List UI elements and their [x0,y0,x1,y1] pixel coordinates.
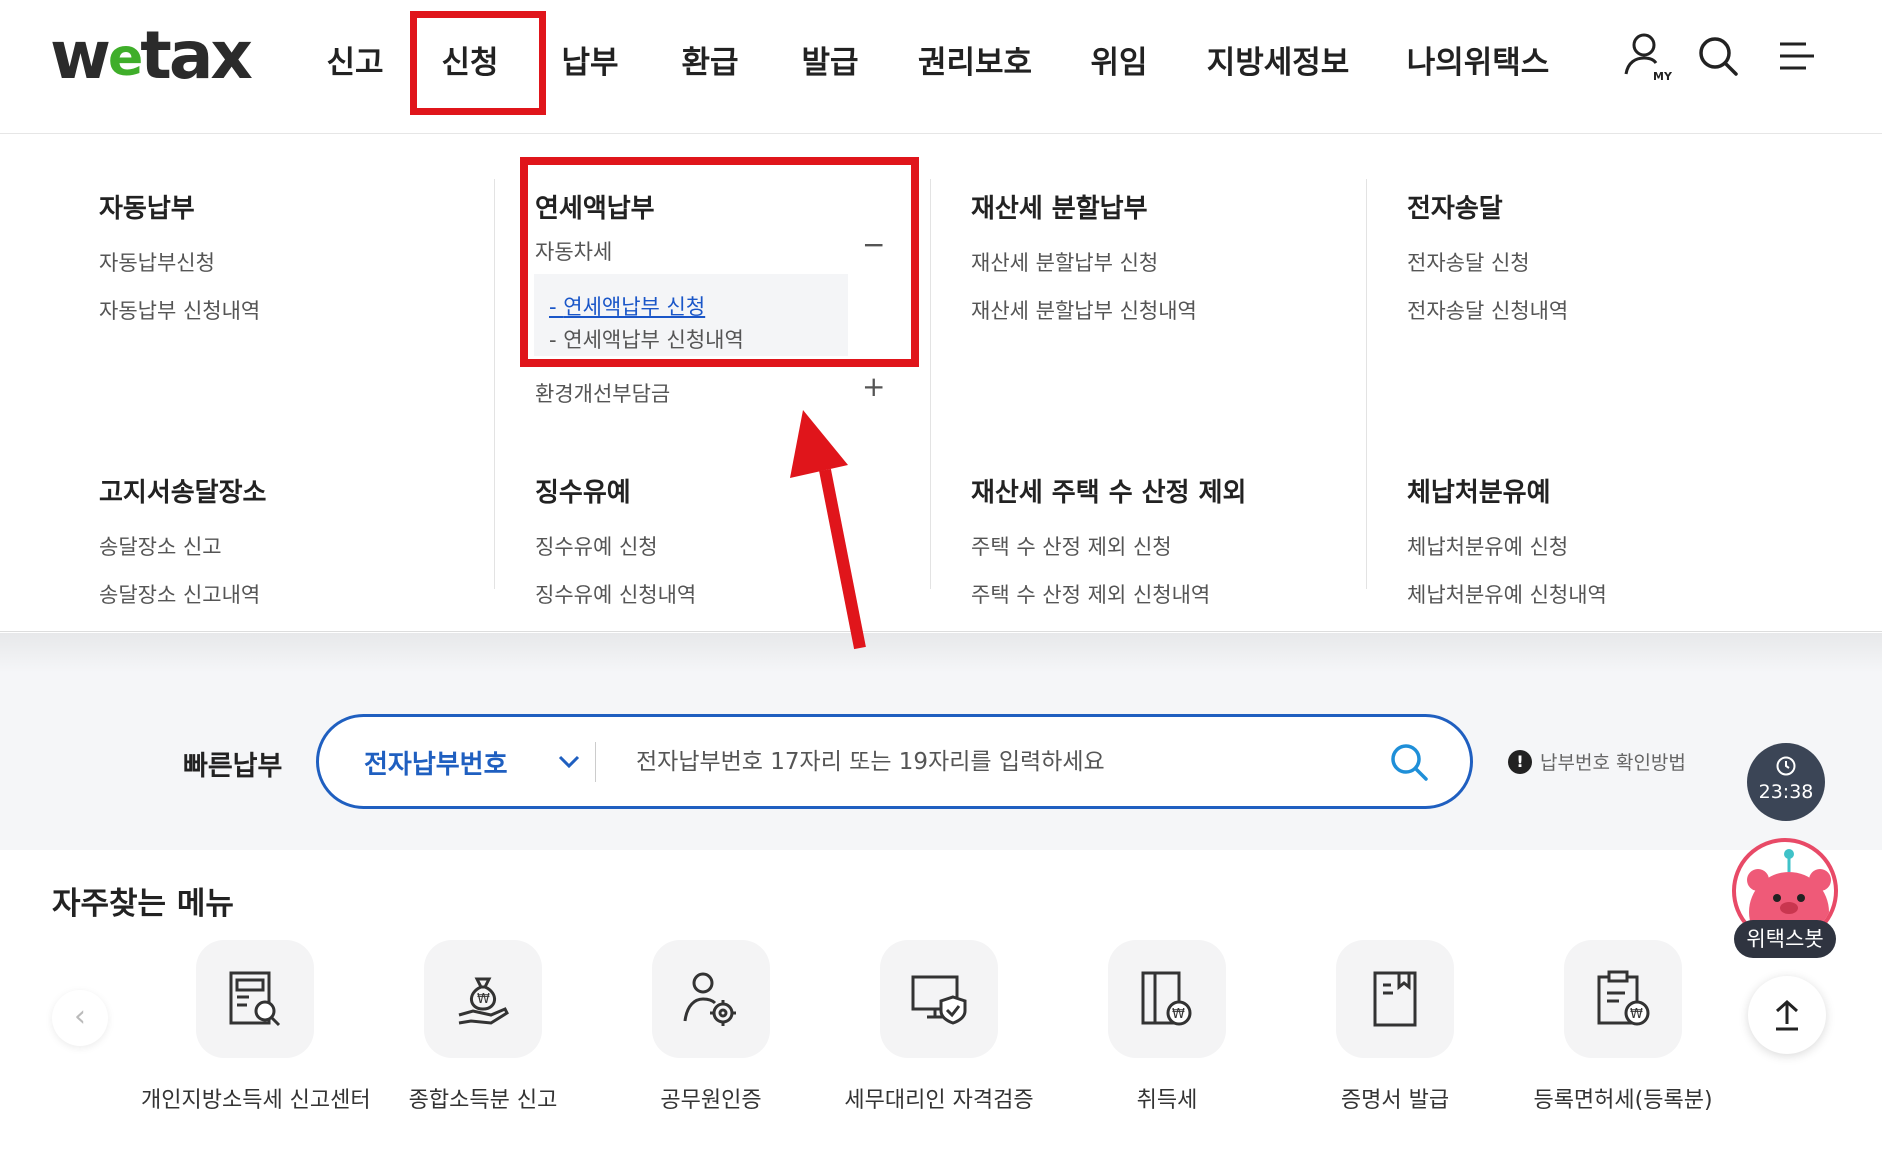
certificate-icon [1336,940,1454,1058]
menu-shadow [0,633,1882,673]
payment-number-help-link[interactable]: ! 납부번호 확인방법 [1508,748,1686,775]
link-arrears-apply[interactable]: 체납처분유예 신청 [1407,531,1607,561]
nav-local-tax-info[interactable]: 지방세정보 [1178,37,1378,82]
link-exclusion-apply[interactable]: 주택 수 산정 제외 신청 [971,531,1246,561]
group-collection-deferral: 징수유예 징수유예 신청 징수유예 신청내역 [535,472,696,609]
svg-text:MY: MY [1653,70,1672,82]
apply-highlight-box [410,11,546,115]
quick-pay-label: 빠른납부 [183,751,283,782]
group-title: 자동납부 [99,194,195,224]
fav-item-official-auth[interactable]: 공무원인증 [597,940,825,1114]
nav-report[interactable]: 신고 [300,37,410,82]
fav-label: 증명서 발급 [1340,1088,1450,1113]
nav-payment[interactable]: 납부 [530,37,650,82]
payment-type-select[interactable]: 전자납부번호 [364,744,508,781]
fav-label: 등록면허세(등록분) [1533,1088,1713,1113]
nav-rights[interactable]: 권리보호 [890,37,1060,82]
group-notice-address: 고지서송달장소 송달장소 신고 송달장소 신고내역 [99,472,266,609]
svg-text:₩: ₩ [1630,1007,1643,1022]
fav-label: 개인지방소득세 신고센터 [141,1088,371,1113]
fav-label: 취득세 [1136,1088,1198,1113]
clock-icon [1776,756,1796,776]
link-e-delivery-history[interactable]: 전자송달 신청내역 [1407,295,1568,325]
group-title: 체납처분유예 [1407,478,1551,508]
nav-refund[interactable]: 환급 [650,37,770,82]
chevron-down-icon[interactable] [556,748,582,774]
group-property-installment: 재산세 분할납부 재산세 분할납부 신청 재산세 분할납부 신청내역 [971,188,1197,325]
group-title: 고지서송달장소 [99,478,267,508]
group-house-count-exclusion: 재산세 주택 수 산정 제외 주택 수 산정 제외 신청 주택 수 산정 제외 … [971,472,1246,609]
session-time: 23:38 [1758,781,1814,803]
wetax-bot-label[interactable]: 위택스봇 [1734,920,1836,958]
scroll-top-button[interactable] [1748,976,1826,1054]
link-arrears-history[interactable]: 체납처분유예 신청내역 [1407,579,1607,609]
svg-text:₩: ₩ [477,992,490,1007]
fav-item-certificate-issue[interactable]: 증명서 발급 [1281,940,1509,1114]
frequent-menu-title: 자주찾는 메뉴 [52,886,234,922]
group-title: 징수유예 [535,478,631,508]
fav-label: 종합소득분 신고 [408,1088,558,1113]
link-exclusion-history[interactable]: 주택 수 산정 제외 신청내역 [971,579,1246,609]
group-title: 전자송달 [1407,194,1503,224]
fav-item-registration-license-tax[interactable]: ₩ 등록면허세(등록분) [1509,940,1737,1114]
nav-issue[interactable]: 발급 [770,37,890,82]
svg-text:₩: ₩ [1172,1007,1185,1022]
link-address-report[interactable]: 송달장소 신고 [99,531,266,561]
group-e-delivery: 전자송달 전자송달 신청 전자송달 신청내역 [1407,188,1568,325]
nav-delegation[interactable]: 위임 [1060,37,1178,82]
link-address-history[interactable]: 송달장소 신고내역 [99,579,266,609]
officer-gear-icon [652,940,770,1058]
link-auto-payment-apply[interactable]: 자동납부신청 [99,247,260,277]
fav-item-comprehensive-income[interactable]: ₩ 종합소득분 신고 [369,940,597,1114]
fav-label: 세무대리인 자격검증 [844,1088,1034,1113]
help-label: 납부번호 확인방법 [1540,752,1686,774]
arrow-up-icon [1775,999,1799,1031]
link-installment-apply[interactable]: 재산세 분할납부 신청 [971,247,1197,277]
column-divider [930,179,931,589]
column-divider [1366,179,1367,589]
column-divider [494,179,495,589]
menu-icon[interactable] [1770,30,1822,82]
group-auto-payment: 자동납부 자동납부신청 자동납부 신청내역 [99,188,260,325]
my-page-icon[interactable]: MY [1620,30,1673,83]
wetax-logo[interactable]: wetax [50,18,253,99]
site-header: wetax 신고 신청 납부 환급 발급 권리보호 위임 지방세정보 나의위택스… [0,0,1882,134]
link-auto-payment-history[interactable]: 자동납부 신청내역 [99,295,260,325]
group-arrears-deferral: 체납처분유예 체납처분유예 신청 체납처분유예 신청내역 [1407,472,1607,609]
group-title: 재산세 주택 수 산정 제외 [971,478,1247,508]
monitor-shield-icon [880,940,998,1058]
payment-number-input[interactable] [636,736,1376,788]
document-search-icon [196,940,314,1058]
money-bag-hand-icon: ₩ [424,940,542,1058]
divider [595,742,596,782]
fav-label: 공무원인증 [660,1088,762,1113]
property-won-icon: ₩ [1108,940,1226,1058]
link-e-delivery-apply[interactable]: 전자송달 신청 [1407,247,1568,277]
clipboard-won-icon: ₩ [1564,940,1682,1058]
accordion-environment-charge[interactable]: 환경개선부담금 [535,378,670,408]
expand-icon[interactable]: + [862,370,885,403]
info-icon: ! [1508,749,1532,774]
group-title: 재산세 분할납부 [971,194,1148,224]
fav-item-tax-agent-verify[interactable]: 세무대리인 자격검증 [825,940,1053,1114]
nav-my-wetax[interactable]: 나의위택스 [1378,37,1578,82]
link-installment-history[interactable]: 재산세 분할납부 신청내역 [971,295,1197,325]
search-icon[interactable] [1692,30,1744,82]
link-deferral-history[interactable]: 징수유예 신청내역 [535,579,696,609]
carousel-prev-button[interactable]: ‹ [52,990,108,1046]
search-icon[interactable] [1387,740,1431,784]
fav-item-acquisition-tax[interactable]: ₩ 취득세 [1053,940,1281,1114]
annual-payment-highlight-box [520,157,919,367]
fav-item-local-income-tax[interactable]: 개인지방소득세 신고센터 [141,940,371,1114]
session-timer-button[interactable]: 23:38 [1747,743,1825,821]
link-deferral-apply[interactable]: 징수유예 신청 [535,531,696,561]
